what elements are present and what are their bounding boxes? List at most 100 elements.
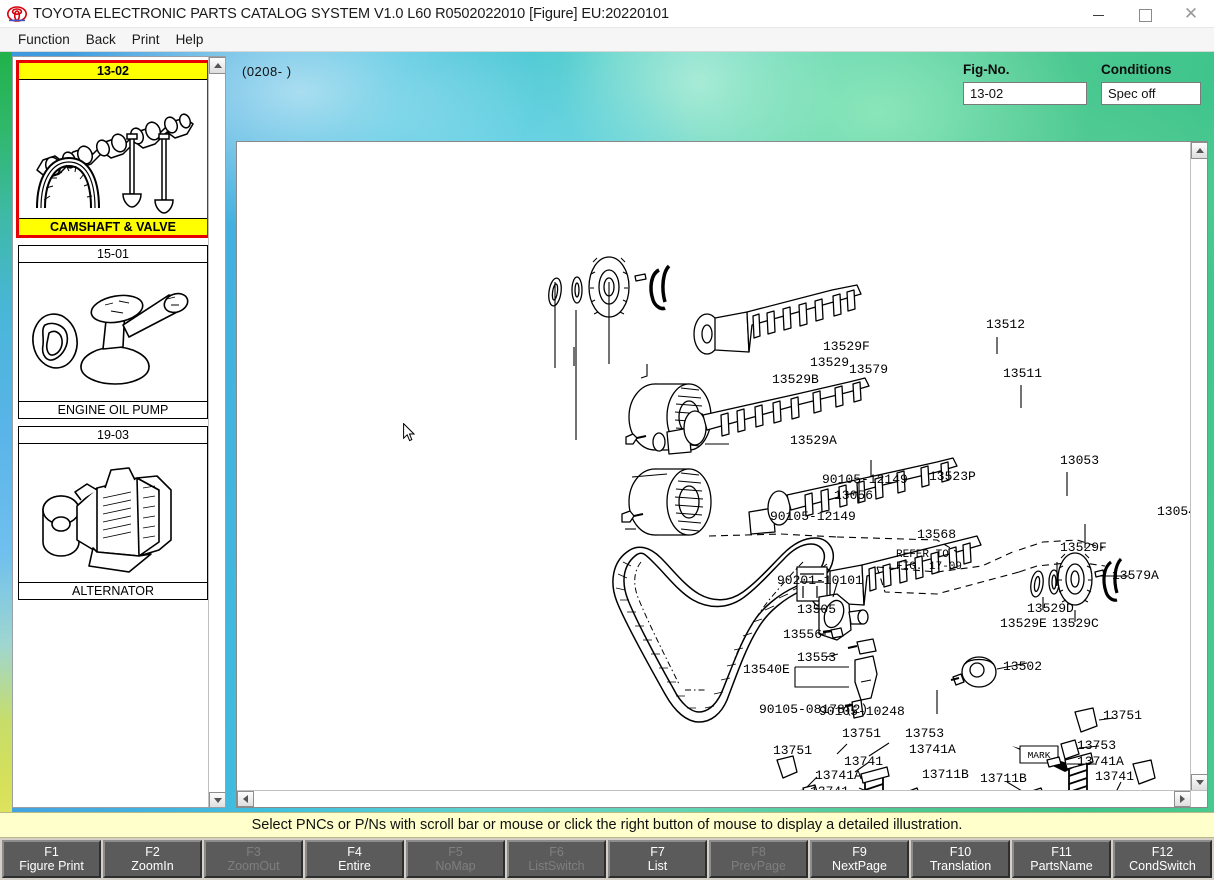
- svg-text:13529C: 13529C: [1052, 616, 1099, 631]
- svg-text:13053: 13053: [1060, 453, 1099, 468]
- pnc-list: 13-02: [13, 57, 209, 808]
- function-key-f9[interactable]: F9 NextPage: [810, 840, 909, 878]
- chevron-right-icon: [1180, 795, 1185, 803]
- illustration-canvas[interactable]: 13512 13511 13053 13054 13529F 13529 135…: [237, 142, 1191, 791]
- sidebar-item-alternator[interactable]: 19-03: [18, 426, 208, 600]
- svg-text:90105-12149: 90105-12149: [822, 472, 908, 487]
- fkey-number: F10: [950, 845, 972, 859]
- svg-text:13540E: 13540E: [743, 662, 790, 677]
- svg-text:13553: 13553: [797, 650, 836, 665]
- illustration-vertical-scrollbar[interactable]: [1190, 142, 1207, 791]
- chevron-up-icon: [1196, 148, 1204, 153]
- period-label: (0208- ): [242, 64, 292, 79]
- menu-bar: Function Back Print Help: [0, 28, 1214, 52]
- svg-text:13568: 13568: [917, 527, 956, 542]
- svg-text:13502: 13502: [1003, 659, 1042, 674]
- svg-text:13529A: 13529A: [790, 433, 837, 448]
- menu-item-back[interactable]: Back: [78, 30, 124, 49]
- svg-text:13529D: 13529D: [1027, 601, 1074, 616]
- pnc-code: 13-02: [19, 63, 207, 80]
- chevron-down-icon: [214, 798, 222, 803]
- function-key-f8[interactable]: F8 PrevPage: [709, 840, 808, 878]
- illustration-scroll-left-button[interactable]: [237, 791, 254, 807]
- sidebar-scroll-down-button[interactable]: [209, 792, 226, 808]
- menu-item-print[interactable]: Print: [124, 30, 168, 49]
- svg-text:13753: 13753: [905, 726, 944, 741]
- pnc-label: CAMSHAFT & VALVE: [19, 218, 207, 235]
- svg-text:13741A: 13741A: [909, 742, 956, 757]
- conditions-group: Conditions Spec off: [1101, 62, 1201, 105]
- fkey-label: CondSwitch: [1129, 859, 1196, 873]
- fkey-label: ZoomOut: [227, 859, 279, 873]
- window-controls: ✕: [1076, 0, 1214, 28]
- fkey-label: ZoomIn: [131, 859, 173, 873]
- fkey-label: Translation: [930, 859, 991, 873]
- svg-text:MARK: MARK: [1028, 750, 1051, 761]
- svg-text:13056: 13056: [834, 488, 873, 503]
- function-key-f3[interactable]: F3 ZoomOut: [204, 840, 303, 878]
- illustration-scroll-up-button[interactable]: [1191, 142, 1208, 159]
- illustration-scroll-down-button[interactable]: [1191, 774, 1208, 791]
- svg-text:13741A: 13741A: [1077, 754, 1124, 769]
- illustration-scroll-right-button[interactable]: [1174, 791, 1191, 807]
- application-window: TOYOTA ELECTRONIC PARTS CATALOG SYSTEM V…: [0, 0, 1214, 880]
- fkey-label: NoMap: [435, 859, 475, 873]
- svg-text:13579: 13579: [849, 362, 888, 377]
- sidebar-scrollbar[interactable]: [208, 57, 225, 808]
- function-key-f1[interactable]: F1 Figure Print: [2, 840, 101, 878]
- menu-item-function[interactable]: Function: [10, 30, 78, 49]
- function-key-f6[interactable]: F6 ListSwitch: [507, 840, 606, 878]
- fkey-number: F5: [448, 845, 463, 859]
- chevron-down-icon: [1196, 780, 1204, 785]
- camshaft-valve-thumbnail: [19, 80, 207, 218]
- sidebar-item-camshaft-valve[interactable]: 13-02: [16, 60, 210, 238]
- illustration-viewer: 13512 13511 13053 13054 13529F 13529 135…: [236, 141, 1208, 808]
- svg-text:REFER TO: REFER TO: [896, 549, 949, 561]
- menu-item-help[interactable]: Help: [168, 30, 212, 49]
- fig-no-field[interactable]: 13-02: [963, 82, 1087, 105]
- fkey-label: PrevPage: [731, 859, 786, 873]
- fkey-number: F6: [549, 845, 564, 859]
- left-accent-strip: [0, 52, 12, 812]
- pnc-label: ALTERNATOR: [19, 582, 207, 599]
- svg-text:90201-10101: 90201-10101: [777, 573, 863, 588]
- function-key-f7[interactable]: F7 List: [608, 840, 707, 878]
- svg-text:90105-12149: 90105-12149: [770, 509, 856, 524]
- title-bar: TOYOTA ELECTRONIC PARTS CATALOG SYSTEM V…: [0, 0, 1214, 28]
- fkey-label: PartsName: [1030, 859, 1093, 873]
- fkey-label: Entire: [338, 859, 371, 873]
- conditions-field[interactable]: Spec off: [1101, 82, 1201, 105]
- function-key-f12[interactable]: F12 CondSwitch: [1113, 840, 1212, 878]
- chevron-left-icon: [243, 795, 248, 803]
- function-key-f5[interactable]: F5 NoMap: [406, 840, 505, 878]
- minimize-icon[interactable]: [1076, 0, 1122, 28]
- illustration-horizontal-scrollbar[interactable]: [237, 790, 1191, 807]
- alternator-thumbnail: [19, 444, 207, 582]
- function-key-f2[interactable]: F2 ZoomIn: [103, 840, 202, 878]
- toyota-logo-icon: [7, 4, 27, 24]
- function-key-f10[interactable]: F10 Translation: [911, 840, 1010, 878]
- svg-text:13741: 13741: [1095, 769, 1134, 784]
- svg-text:13529F: 13529F: [823, 339, 870, 354]
- fkey-number: F11: [1051, 845, 1072, 859]
- svg-text:90105-10248: 90105-10248: [819, 704, 905, 719]
- svg-text:13512: 13512: [986, 317, 1025, 332]
- sidebar-item-engine-oil-pump[interactable]: 15-01: [18, 245, 208, 419]
- svg-text:13523P: 13523P: [929, 469, 976, 484]
- svg-text:13529: 13529: [810, 355, 849, 370]
- fkey-label: ListSwitch: [528, 859, 584, 873]
- status-message: Select PNCs or P/Ns with scroll bar or m…: [252, 817, 963, 833]
- fkey-label: Figure Print: [19, 859, 84, 873]
- svg-text:13753: 13753: [1077, 738, 1116, 753]
- maximize-icon[interactable]: [1122, 0, 1168, 28]
- close-icon[interactable]: ✕: [1168, 0, 1214, 28]
- fig-no-group: Fig-No. 13-02: [963, 62, 1087, 105]
- scrollbar-corner: [1190, 790, 1207, 807]
- sidebar-scroll-up-button[interactable]: [209, 57, 226, 74]
- function-key-f11[interactable]: F11 PartsName: [1012, 840, 1111, 878]
- function-key-f4[interactable]: F4 Entire: [305, 840, 404, 878]
- svg-text:13741A: 13741A: [815, 768, 862, 783]
- fkey-number: F1: [44, 845, 59, 859]
- svg-text:13751: 13751: [1103, 708, 1142, 723]
- svg-text:13711B: 13711B: [980, 771, 1027, 786]
